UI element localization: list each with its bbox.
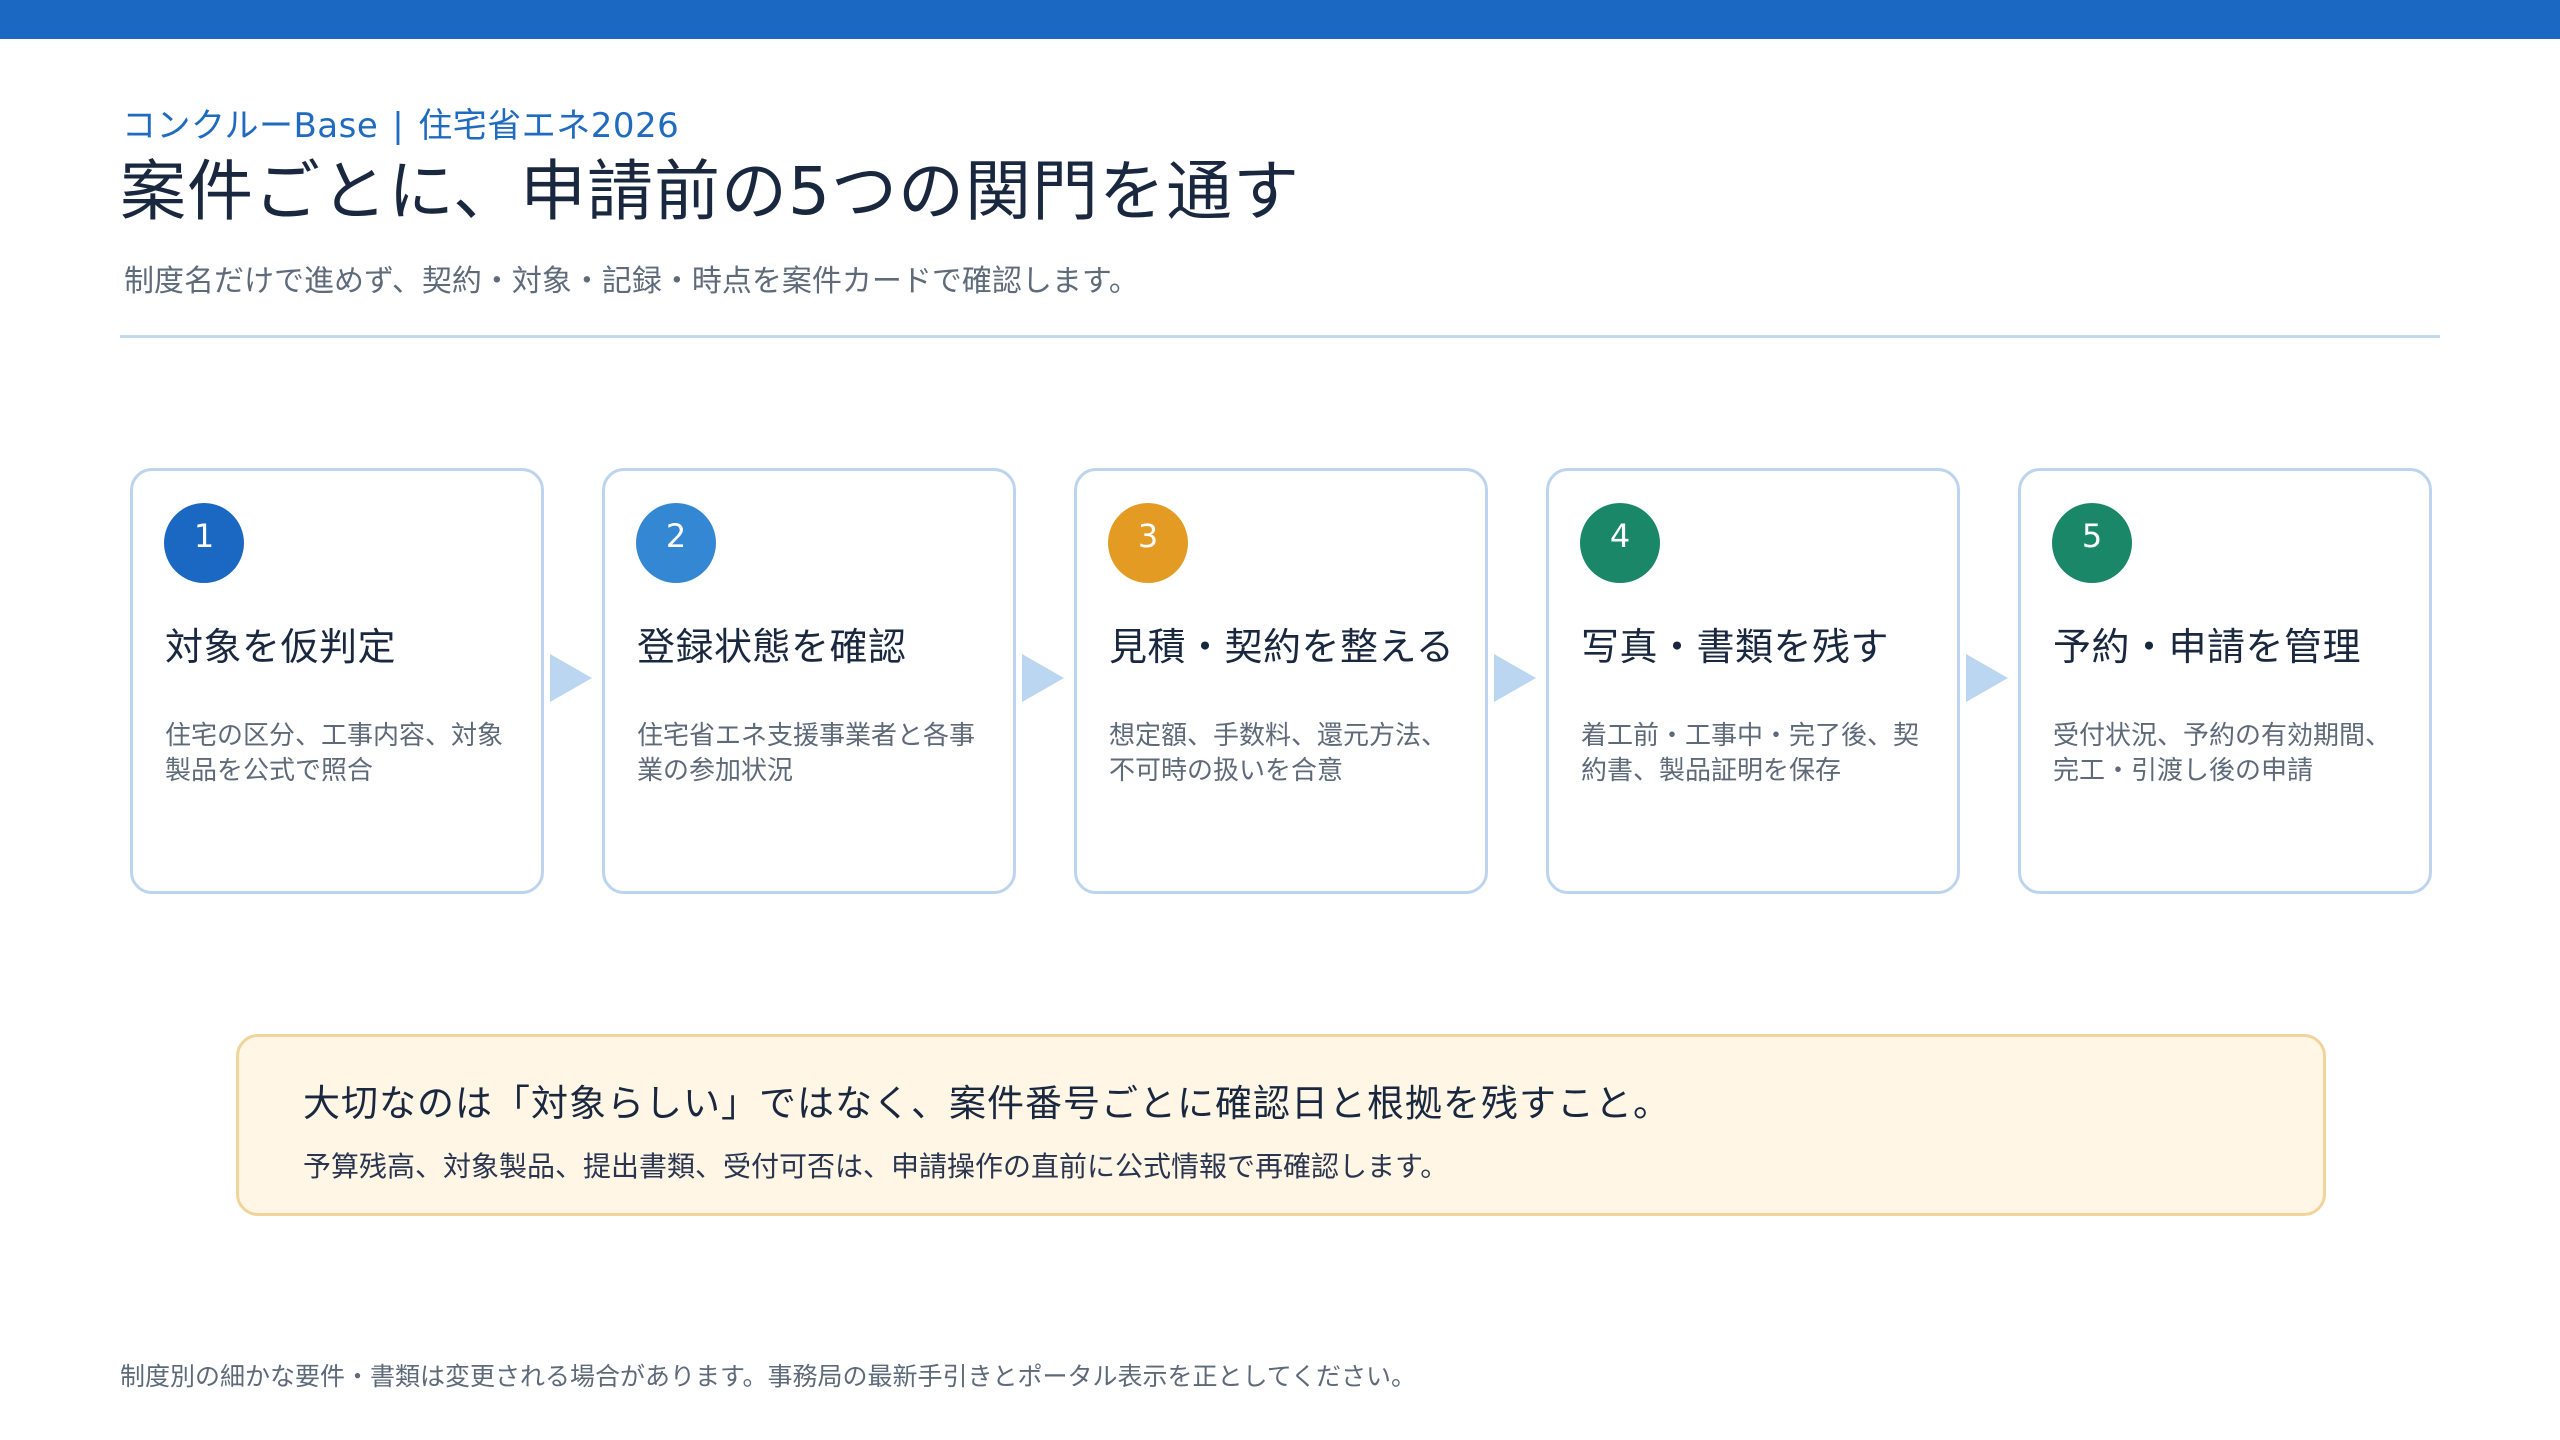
flow-arrow [550, 654, 592, 702]
page-subtitle: 制度名だけで進めず、契約・対象・記録・時点を案件カードで確認します。 [124, 264, 1139, 299]
step-description: 着工前・工事中・完了後、契約書、製品証明を保存 [1581, 721, 1920, 786]
step-title: 登録状態を確認 [637, 625, 907, 669]
callout-title: 大切なのは「対象らしい」ではなく、案件番号ごとに確認日と根拠を残すこと。 [303, 1082, 1671, 1125]
step-title: 写真・書類を残す [1581, 625, 1890, 669]
flow-arrow [1966, 654, 2008, 702]
kicker-separator: | [392, 106, 405, 146]
step-description: 住宅省エネ支援事業者と各事業の参加状況 [637, 721, 976, 786]
step-number-badge: 3 [1108, 503, 1188, 583]
step-card-3: 3 見積・契約を整える 想定額、手数料、還元方法、不可時の扱いを合意 [1074, 468, 1488, 894]
step-card-1: 1 対象を仮判定 住宅の区分、工事内容、対象製品を公式で照合 [130, 468, 544, 894]
step-card-4: 4 写真・書類を残す 着工前・工事中・完了後、契約書、製品証明を保存 [1546, 468, 1960, 894]
step-number-badge: 1 [164, 503, 244, 583]
page-title: 案件ごとに、申請前の5つの関門を通す [120, 153, 1301, 230]
brand-name: コンクルーBase [122, 106, 379, 146]
step-title: 対象を仮判定 [165, 625, 397, 669]
step-title: 予約・申請を管理 [2053, 625, 2362, 669]
key-point-callout: 大切なのは「対象らしい」ではなく、案件番号ごとに確認日と根拠を残すこと。 予算残… [236, 1034, 2326, 1216]
header-kicker: コンクルーBase | 住宅省エネ2026 [122, 98, 679, 147]
footnote: 制度別の細かな要件・書類は変更される場合があります。事務局の最新手引きとポータル… [120, 1362, 1417, 1391]
step-number-badge: 5 [2052, 503, 2132, 583]
program-name: 住宅省エネ2026 [418, 106, 680, 146]
step-number-badge: 4 [1580, 503, 1660, 583]
callout-body: 予算残高、対象製品、提出書類、受付可否は、申請操作の直前に公式情報で再確認します… [303, 1150, 1449, 1183]
step-title: 見積・契約を整える [1109, 625, 1455, 669]
header-divider [120, 335, 2440, 338]
flow-arrow [1494, 654, 1536, 702]
flow-arrow [1022, 654, 1064, 702]
step-description: 住宅の区分、工事内容、対象製品を公式で照合 [165, 721, 504, 786]
step-number-badge: 2 [636, 503, 716, 583]
step-card-2: 2 登録状態を確認 住宅省エネ支援事業者と各事業の参加状況 [602, 468, 1016, 894]
top-accent-bar [0, 0, 2560, 39]
step-description: 受付状況、予約の有効期間、完工・引渡し後の申請 [2053, 721, 2392, 786]
step-description: 想定額、手数料、還元方法、不可時の扱いを合意 [1109, 721, 1448, 786]
step-card-5: 5 予約・申請を管理 受付状況、予約の有効期間、完工・引渡し後の申請 [2018, 468, 2432, 894]
